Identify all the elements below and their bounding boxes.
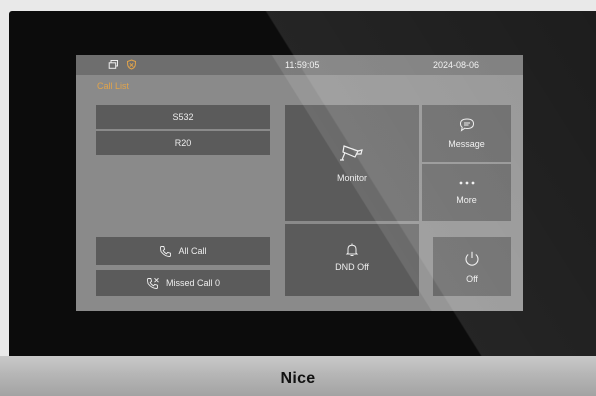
- bottom-bezel: Nice: [0, 356, 596, 396]
- window-icon: [108, 59, 119, 70]
- call-list-item-r20[interactable]: R20: [96, 131, 270, 155]
- missed-call-label: Missed Call 0: [165, 278, 221, 288]
- call-list-title: Call List: [97, 81, 130, 91]
- clock-time: 11:59:05: [285, 60, 320, 70]
- ellipsis-icon: [458, 178, 476, 188]
- intercom-device: 11:59:05 2024-08-06 Call List S532 R20 A…: [9, 11, 596, 396]
- call-list-item-s532[interactable]: S532: [96, 105, 270, 129]
- power-off-button[interactable]: Off: [433, 237, 511, 296]
- dnd-label: DND Off: [335, 262, 369, 272]
- phone-icon: [159, 245, 172, 258]
- monitor-button[interactable]: Monitor: [285, 105, 419, 221]
- all-call-label: All Call: [178, 246, 207, 256]
- missed-call-icon: [146, 277, 160, 290]
- dnd-button[interactable]: DND Off: [285, 224, 419, 296]
- more-button[interactable]: More: [422, 164, 511, 221]
- bell-icon: [344, 242, 360, 260]
- status-bar: 11:59:05 2024-08-06: [76, 55, 523, 75]
- call-list-item-label: R20: [174, 138, 192, 148]
- message-label: Message: [448, 139, 485, 149]
- message-button[interactable]: Message: [422, 105, 511, 162]
- power-off-label: Off: [466, 274, 478, 284]
- missed-call-button[interactable]: Missed Call 0: [96, 270, 270, 296]
- more-label: More: [456, 195, 477, 205]
- clock-date: 2024-08-06: [433, 60, 480, 70]
- shield-icon: [126, 59, 137, 70]
- brand-logo: Nice: [280, 370, 316, 387]
- all-call-button[interactable]: All Call: [96, 237, 270, 265]
- cctv-camera-icon: [338, 141, 366, 165]
- power-icon: [463, 250, 481, 270]
- chat-bubble-icon: [458, 117, 476, 135]
- call-list-item-label: S532: [172, 112, 194, 122]
- monitor-label: Monitor: [336, 173, 367, 183]
- touch-screen: 11:59:05 2024-08-06 Call List S532 R20 A…: [76, 55, 523, 311]
